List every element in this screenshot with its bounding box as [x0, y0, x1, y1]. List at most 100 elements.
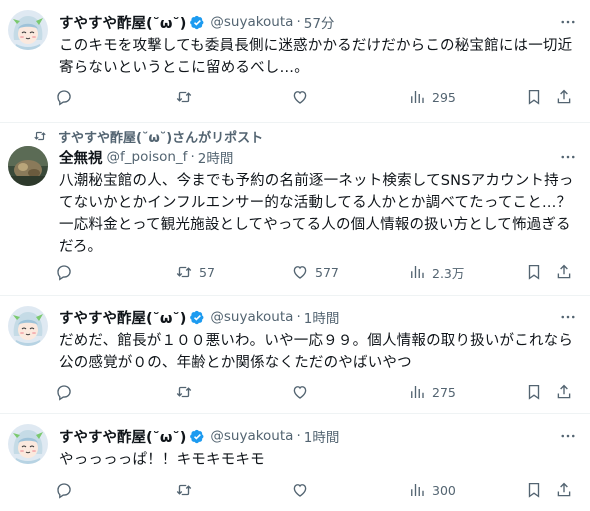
separator-dot: ·: [190, 149, 195, 165]
heart-icon: [291, 88, 309, 106]
bookmark-button[interactable]: [525, 479, 543, 501]
user-handle[interactable]: @suyakouta: [210, 428, 293, 444]
reply-button[interactable]: [55, 86, 79, 108]
tweet-1[interactable]: すやすや酢屋(˘ω˘) @suyakouta · 57分 このキモを攻撃しても委…: [0, 0, 590, 122]
tweet-text: 八潮秘宝館の人、今までも予約の名前逐一ネット検索してSNSアカウント持ってないか…: [59, 173, 574, 255]
tweet-actions: 57 577 2.3万: [55, 261, 585, 283]
tweet-3[interactable]: すやすや酢屋(˘ω˘) @suyakouta · 1時間 だめだ、館長が１００悪…: [0, 296, 590, 413]
tweet-actions: 300: [55, 479, 585, 501]
retweet-button[interactable]: [175, 479, 199, 501]
view-count: 300: [432, 482, 456, 498]
reply-button[interactable]: [55, 381, 79, 403]
avatar[interactable]: [8, 10, 48, 50]
bookmark-icon: [525, 383, 543, 401]
display-name[interactable]: 全無視: [59, 147, 103, 168]
like-button[interactable]: [291, 381, 315, 403]
retweet-icon: [175, 263, 193, 281]
tweet-4[interactable]: すやすや酢屋(˘ω˘) @suyakouta · 1時間 やっっっっぱ！！キモキ…: [0, 414, 590, 511]
retweet-icon: [175, 383, 193, 401]
like-button[interactable]: [291, 86, 315, 108]
share-icon: [555, 263, 573, 281]
reply-icon: [55, 481, 73, 499]
views-button[interactable]: 300: [408, 479, 456, 501]
share-icon: [555, 481, 573, 499]
reply-button[interactable]: [55, 261, 79, 283]
repost-label: すやすや酢屋(˘ω˘)さんがリポスト: [58, 130, 264, 146]
more-options-icon[interactable]: [558, 307, 578, 327]
timestamp[interactable]: 2時間: [198, 147, 234, 167]
bookmark-icon: [525, 481, 543, 499]
retweet-button[interactable]: [175, 86, 199, 108]
retweet-button[interactable]: 57: [175, 261, 215, 283]
repost-indicator[interactable]: すやすや酢屋(˘ω˘)さんがリポスト: [33, 127, 264, 146]
tweet-actions: 295: [55, 86, 585, 108]
views-chart-icon: [408, 263, 426, 281]
views-button[interactable]: 2.3万: [408, 261, 464, 283]
tweet-header: 全無視 @f_poison_f · 2時間: [59, 147, 233, 167]
retweet-icon: [175, 88, 193, 106]
share-button[interactable]: [555, 86, 573, 108]
verified-badge-icon: [189, 14, 206, 31]
like-count: 577: [315, 264, 339, 280]
view-count: 295: [432, 89, 456, 105]
bookmark-button[interactable]: [525, 261, 543, 283]
timestamp[interactable]: 57分: [304, 12, 335, 32]
verified-badge-icon: [189, 428, 206, 445]
views-button[interactable]: 295: [408, 86, 456, 108]
views-button[interactable]: 275: [408, 381, 456, 403]
heart-icon: [291, 383, 309, 401]
retweet-icon: [33, 129, 47, 143]
tweet-header: すやすや酢屋(˘ω˘) @suyakouta · 57分: [59, 12, 334, 32]
separator-dot: ·: [296, 309, 301, 325]
retweet-icon: [175, 481, 193, 499]
display-name[interactable]: すやすや酢屋(˘ω˘): [59, 307, 186, 328]
bookmark-button[interactable]: [525, 381, 543, 403]
heart-icon: [291, 481, 309, 499]
retweet-count: 57: [199, 264, 215, 280]
more-options-icon[interactable]: [558, 426, 578, 446]
display-name[interactable]: すやすや酢屋(˘ω˘): [59, 426, 186, 447]
share-button[interactable]: [555, 261, 573, 283]
tweet-text: やっっっっぱ！！キモキモキモ: [59, 452, 265, 468]
share-button[interactable]: [555, 479, 573, 501]
views-chart-icon: [408, 481, 426, 499]
avatar[interactable]: [8, 424, 48, 464]
tweet-text: だめだ、館長が１００悪いわ。いや一応９９。個人情報の取り扱いがこれなら公の感覚が…: [59, 333, 574, 371]
tweet-header: すやすや酢屋(˘ω˘) @suyakouta · 1時間: [59, 307, 339, 327]
more-options-icon[interactable]: [558, 147, 578, 167]
share-button[interactable]: [555, 381, 573, 403]
user-handle[interactable]: @suyakouta: [210, 14, 293, 30]
reply-button[interactable]: [55, 479, 79, 501]
timestamp[interactable]: 1時間: [304, 307, 340, 327]
user-handle[interactable]: @f_poison_f: [107, 149, 188, 165]
tweet-2[interactable]: すやすや酢屋(˘ω˘)さんがリポスト 全無視 @f_poison_f · 2時間…: [0, 123, 590, 295]
separator-dot: ·: [296, 14, 301, 30]
tweet-text: このキモを攻撃しても委員長側に迷惑かかるだけだからこの秘宝館には一切近寄らないと…: [59, 38, 573, 76]
reply-icon: [55, 88, 73, 106]
user-handle[interactable]: @suyakouta: [210, 309, 293, 325]
verified-badge-icon: [189, 309, 206, 326]
avatar[interactable]: [8, 146, 48, 186]
timestamp[interactable]: 1時間: [304, 426, 340, 446]
view-count: 2.3万: [432, 265, 465, 281]
more-options-icon[interactable]: [558, 12, 578, 32]
share-icon: [555, 383, 573, 401]
views-chart-icon: [408, 383, 426, 401]
reply-icon: [55, 263, 73, 281]
share-icon: [555, 88, 573, 106]
like-button[interactable]: [291, 479, 315, 501]
heart-icon: [291, 263, 309, 281]
retweet-button[interactable]: [175, 381, 199, 403]
tweet-actions: 275: [55, 381, 585, 403]
view-count: 275: [432, 384, 456, 400]
like-button[interactable]: 577: [291, 261, 339, 283]
bookmark-icon: [525, 263, 543, 281]
separator-dot: ·: [296, 428, 301, 444]
display-name[interactable]: すやすや酢屋(˘ω˘): [59, 12, 186, 33]
tweet-header: すやすや酢屋(˘ω˘) @suyakouta · 1時間: [59, 426, 339, 446]
avatar[interactable]: [8, 306, 48, 346]
reply-icon: [55, 383, 73, 401]
bookmark-button[interactable]: [525, 86, 543, 108]
views-chart-icon: [408, 88, 426, 106]
bookmark-icon: [525, 88, 543, 106]
